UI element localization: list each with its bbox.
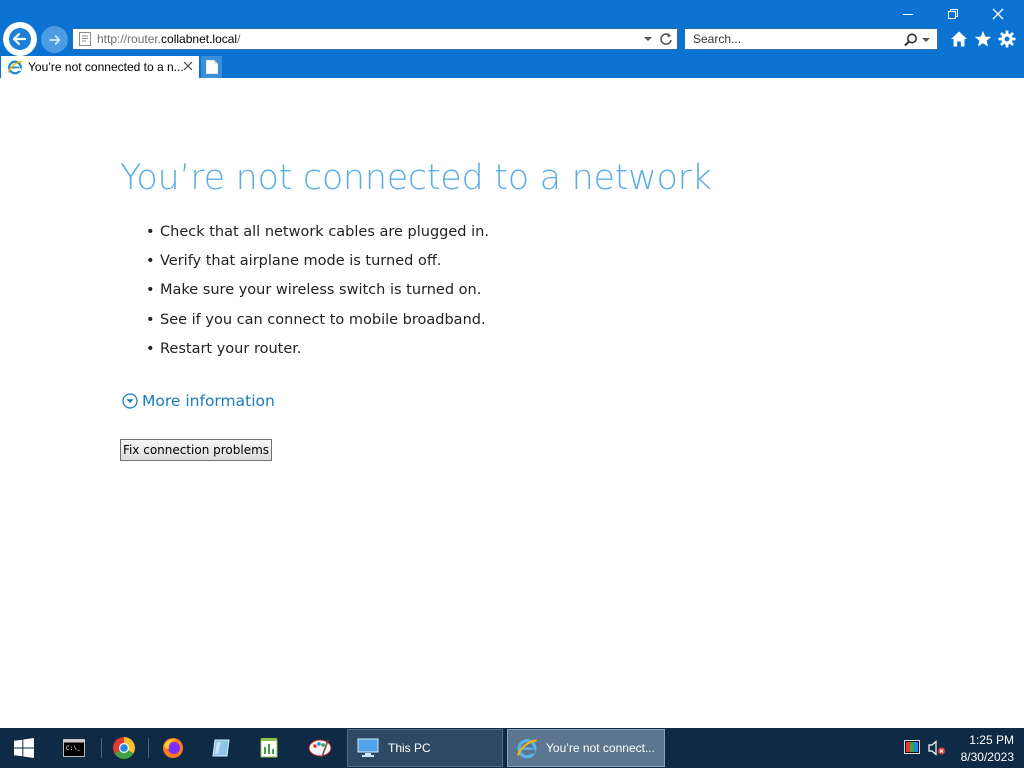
tip-text: Make sure your wireless switch is turned… bbox=[160, 282, 482, 299]
windows-start-icon bbox=[14, 738, 34, 758]
more-information-link[interactable]: More information bbox=[122, 392, 275, 410]
chevron-down-icon[interactable] bbox=[921, 32, 931, 48]
task-label: This PC bbox=[388, 741, 431, 755]
refresh-icon[interactable] bbox=[659, 31, 673, 47]
color-management-tray-icon[interactable] bbox=[904, 740, 920, 754]
list-item: • Restart your router. bbox=[146, 341, 489, 370]
favorites-button[interactable] bbox=[973, 29, 993, 49]
paint-app-icon bbox=[308, 739, 332, 758]
tools-button[interactable] bbox=[997, 29, 1017, 49]
home-button[interactable] bbox=[949, 29, 969, 49]
list-item: • See if you can connect to mobile broadb… bbox=[146, 312, 489, 341]
taskbar-task-internet-explorer[interactable]: You’re not connect... bbox=[507, 729, 665, 767]
taskbar-app-notepad[interactable] bbox=[245, 728, 293, 768]
star-icon bbox=[974, 31, 992, 47]
address-dropdown-icon[interactable] bbox=[641, 31, 655, 47]
close-window-button[interactable] bbox=[976, 3, 1020, 25]
minimize-icon bbox=[903, 14, 913, 15]
minimize-button[interactable] bbox=[886, 3, 930, 25]
firefox-icon bbox=[163, 738, 183, 758]
internet-explorer-icon bbox=[517, 739, 537, 759]
search-input[interactable] bbox=[691, 31, 895, 47]
page-icon bbox=[79, 32, 91, 46]
close-icon bbox=[992, 8, 1004, 20]
fix-connection-problems-button[interactable]: Fix connection problems bbox=[120, 439, 272, 461]
tip-text: Restart your router. bbox=[160, 340, 302, 357]
bullet: • bbox=[146, 282, 155, 299]
page-title: You’re not connected to a network bbox=[120, 158, 712, 198]
terminal-icon: C:\_ bbox=[63, 739, 85, 757]
display-color-icon bbox=[904, 740, 920, 754]
tab-title: You’re not connected to a n... bbox=[28, 60, 184, 74]
close-tab-icon[interactable] bbox=[182, 60, 194, 72]
internet-explorer-icon bbox=[7, 60, 23, 75]
taskbar-terminal[interactable]: C:\_ bbox=[50, 728, 98, 768]
restore-button[interactable] bbox=[931, 3, 975, 25]
bullet: • bbox=[146, 340, 155, 357]
system-clock[interactable]: 1:25 PM 8/30/2023 bbox=[961, 732, 1014, 766]
taskbar-app-glass[interactable] bbox=[197, 728, 245, 768]
clock-date: 8/30/2023 bbox=[960, 750, 1014, 764]
arrow-right-icon bbox=[48, 34, 60, 45]
notepad-icon bbox=[260, 738, 278, 758]
restore-icon bbox=[948, 9, 958, 19]
glass-app-icon bbox=[212, 739, 230, 757]
bullet: • bbox=[146, 253, 155, 270]
tip-text: Check that all network cables are plugge… bbox=[160, 224, 489, 240]
chrome-icon bbox=[113, 737, 135, 759]
volume-tray-icon[interactable] bbox=[928, 740, 946, 756]
back-button[interactable] bbox=[3, 22, 37, 56]
new-tab-button[interactable] bbox=[201, 56, 222, 78]
svg-text:C:\_: C:\_ bbox=[66, 745, 81, 752]
url-text[interactable]: http://router.collabnet.local/ bbox=[97, 32, 240, 46]
taskbar-task-this-pc[interactable]: This PC bbox=[347, 729, 503, 767]
task-label: You’re not connect... bbox=[546, 741, 655, 755]
gear-icon bbox=[998, 30, 1016, 48]
clock-time: 1:25 PM bbox=[969, 733, 1014, 747]
tip-text: See if you can connect to mobile broadba… bbox=[160, 311, 486, 328]
arrow-left-icon bbox=[9, 28, 31, 50]
taskbar-firefox[interactable] bbox=[149, 728, 197, 768]
bullet: • bbox=[146, 224, 155, 240]
search-icon[interactable] bbox=[903, 32, 919, 48]
more-information-label: More information bbox=[142, 392, 275, 410]
tab-active[interactable]: You’re not connected to a n... bbox=[1, 56, 199, 78]
search-box[interactable] bbox=[684, 28, 938, 50]
address-bar[interactable]: http://router.collabnet.local/ bbox=[72, 28, 678, 50]
taskbar-app-paint[interactable] bbox=[296, 728, 344, 768]
list-item: • Verify that airplane mode is turned off… bbox=[146, 253, 489, 282]
page-content: You’re not connected to a network • Check… bbox=[0, 78, 1024, 728]
new-tab-icon bbox=[205, 60, 218, 74]
list-item: • Check that all network cables are plugg… bbox=[146, 224, 489, 253]
list-item: • Make sure your wireless switch is turne… bbox=[146, 282, 489, 311]
home-icon bbox=[951, 31, 967, 47]
bullet: • bbox=[146, 311, 155, 328]
start-button[interactable] bbox=[0, 728, 48, 768]
taskbar: C:\_ This PC You’re not connect... 1:25 … bbox=[0, 728, 1024, 768]
taskbar-chrome[interactable] bbox=[100, 728, 148, 768]
forward-button[interactable] bbox=[41, 26, 68, 53]
troubleshooting-list: • Check that all network cables are plugg… bbox=[146, 224, 489, 370]
tip-text: Verify that airplane mode is turned off. bbox=[160, 253, 442, 270]
browser-chrome: http://router.collabnet.local/ You’re bbox=[0, 0, 1024, 78]
speaker-muted-icon bbox=[928, 740, 946, 756]
chevron-down-circle-icon bbox=[122, 393, 138, 409]
this-pc-icon bbox=[357, 738, 379, 757]
